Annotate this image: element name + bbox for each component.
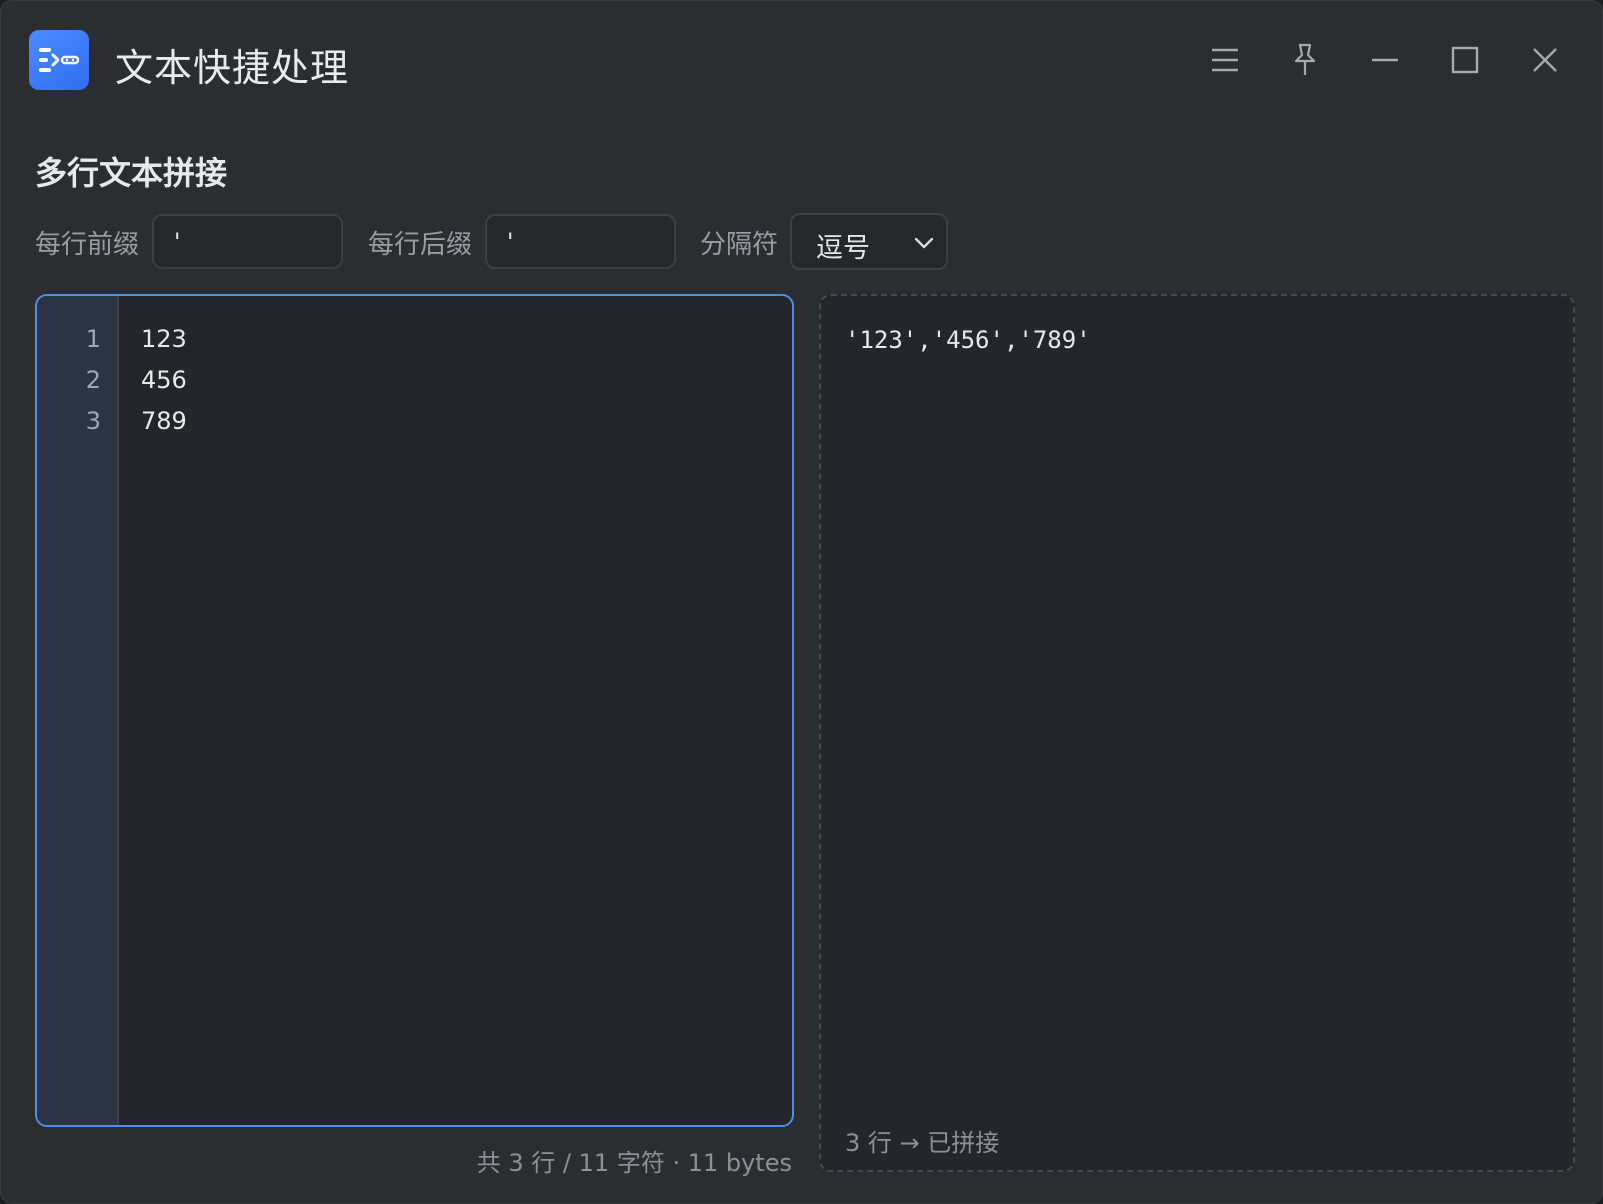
line-number: 2 [85,366,101,394]
line-number: 3 [85,407,101,435]
minimize-icon[interactable] [1360,35,1410,85]
maximize-icon[interactable] [1440,35,1490,85]
suffix-label: 每行后缀 [368,230,473,260]
title-bar[interactable]: 文本快捷处理 [1,1,1602,119]
app-title: 文本快捷处理 [115,46,350,90]
input-editor[interactable]: 1 2 3 123 456 789 [35,294,794,1127]
editor-line[interactable]: 789 [141,407,187,435]
pin-icon[interactable] [1280,35,1330,85]
app-window: 文本快捷处理 多行文本拼接 每行前缀 ' 每行后缀 ' 分隔符 逗号 1 2 3… [0,0,1603,1204]
editor-line[interactable]: 123 [141,325,187,353]
input-stats: 共 3 行 / 11 字符 · 11 bytes [476,1149,792,1177]
line-number: 1 [85,325,101,353]
prefix-label: 每行前缀 [35,230,140,260]
separator-selected-value: 逗号 [816,233,870,264]
separator-label: 分隔符 [700,230,779,260]
output-text[interactable]: '123','456','789' [845,326,1091,354]
prefix-input[interactable] [152,214,343,269]
close-icon[interactable] [1520,35,1570,85]
section-title: 多行文本拼接 [35,154,228,192]
line-number-gutter: 1 2 3 [37,296,119,1125]
suffix-input[interactable] [485,214,676,269]
separator-select[interactable]: 逗号 [790,213,948,270]
hamburger-menu-icon[interactable] [1200,35,1250,85]
text-join-app-icon [29,30,89,90]
editor-line[interactable]: 456 [141,366,187,394]
chevron-down-icon [914,234,934,253]
output-panel[interactable]: '123','456','789' 3 行 → 已拼接 [819,294,1575,1172]
output-status: 3 行 → 已拼接 [845,1129,1000,1157]
